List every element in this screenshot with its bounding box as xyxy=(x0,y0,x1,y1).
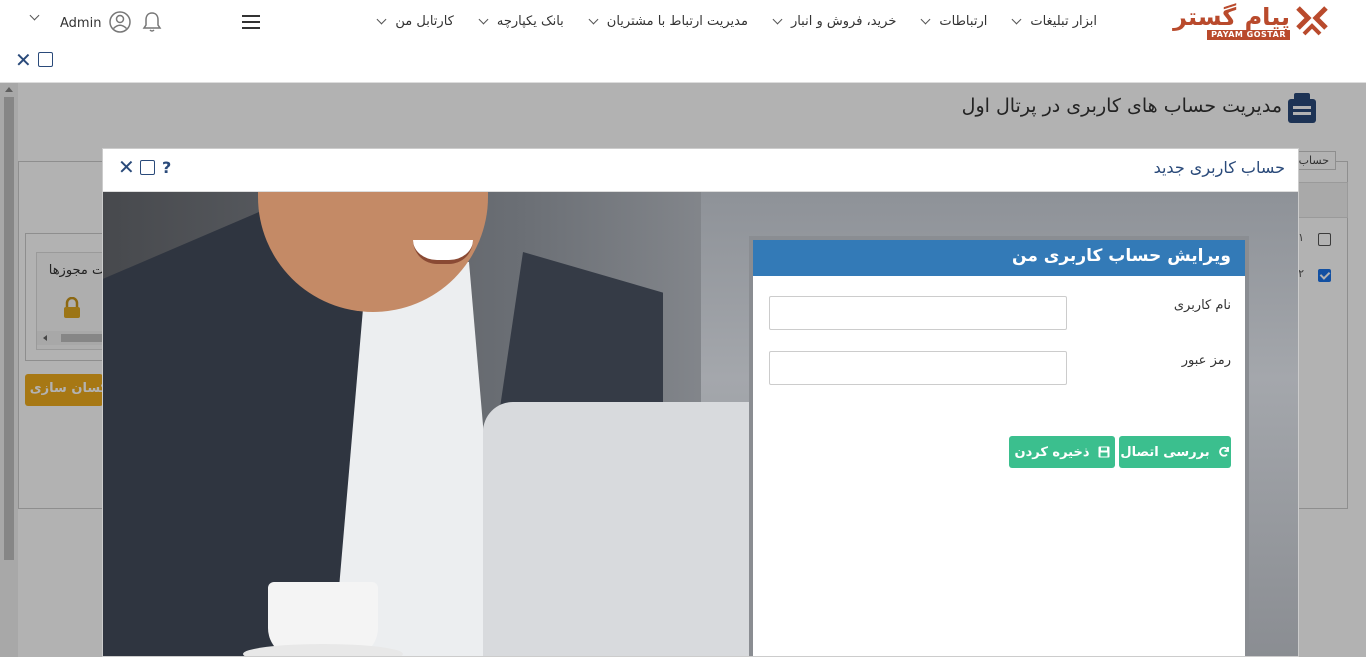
top-navigation: پیام گستر PAYAM GOSTAR کارتابل من بانک ی… xyxy=(0,0,1366,42)
menu-label: بانک یکپارچه xyxy=(496,13,564,29)
chevron-down-icon[interactable] xyxy=(29,10,40,21)
modal-title: حساب کاربری جدید xyxy=(1153,158,1285,177)
edit-account-card: ویرایش حساب کاربری من نام کاربری رمز عبو… xyxy=(749,236,1249,656)
logo-text: پیام گستر xyxy=(1173,3,1290,31)
floppy-disk-icon xyxy=(1098,446,1110,458)
menu-communications[interactable]: ارتباطات xyxy=(909,14,1000,29)
menu-label: کارتابل من xyxy=(395,13,454,29)
chevron-down-icon xyxy=(920,14,931,24)
password-field[interactable] xyxy=(769,351,1067,385)
photo-saucer xyxy=(243,644,403,656)
modal-maximize-icon[interactable] xyxy=(140,160,155,175)
chevron-down-icon xyxy=(478,14,489,24)
user-avatar-icon[interactable] xyxy=(109,11,131,33)
user-name[interactable]: Admin xyxy=(60,16,101,31)
button-label: بررسی اتصال xyxy=(1120,444,1210,460)
button-label: ذخیره کردن xyxy=(1014,444,1090,460)
payam-gostar-logo[interactable]: پیام گستر PAYAM GOSTAR xyxy=(1160,2,1330,40)
modal-header: حساب کاربری جدید ✕ ? xyxy=(103,149,1298,192)
help-icon[interactable]: ? xyxy=(162,158,171,177)
menu-sales-inventory[interactable]: خرید، فروش و انبار xyxy=(761,14,909,29)
card-title: ویرایش حساب کاربری من xyxy=(1012,246,1231,266)
modal-close-icon[interactable]: ✕ xyxy=(118,157,135,177)
menu-label: ارتباطات xyxy=(939,13,988,29)
new-account-modal: حساب کاربری جدید ✕ ? ویرایش حساب کاربری … xyxy=(102,148,1299,657)
username-label: نام کاربری xyxy=(1173,298,1231,313)
hamburger-menu-icon[interactable] xyxy=(242,15,260,29)
chevron-down-icon xyxy=(1011,14,1022,24)
chevron-down-icon xyxy=(588,14,599,24)
menu-label: خرید، فروش و انبار xyxy=(790,13,897,29)
window-close-icon[interactable]: ✕ xyxy=(15,50,32,70)
menu-label: ابزار تبلیغات xyxy=(1030,13,1097,29)
save-button[interactable]: ذخیره کردن xyxy=(1009,436,1115,468)
check-connection-button[interactable]: بررسی اتصال xyxy=(1119,436,1231,468)
bell-icon[interactable] xyxy=(141,11,163,33)
menu-crm[interactable]: مدیریت ارتباط با مشتریان xyxy=(577,14,761,29)
modal-body: ویرایش حساب کاربری من نام کاربری رمز عبو… xyxy=(103,192,1298,656)
window-header: ✕ xyxy=(0,42,1366,83)
chevron-down-icon xyxy=(772,14,783,24)
menu-my-cartable[interactable]: کارتابل من xyxy=(365,14,466,29)
logo-subtext: PAYAM GOSTAR xyxy=(1207,30,1290,40)
window-maximize-icon[interactable] xyxy=(38,52,53,67)
menu-marketing-tools[interactable]: ابزار تبلیغات xyxy=(1000,14,1110,29)
chevron-down-icon xyxy=(376,14,387,24)
password-label: رمز عبور xyxy=(1181,353,1231,368)
username-field[interactable] xyxy=(769,296,1067,330)
menu-label: مدیریت ارتباط با مشتریان xyxy=(606,13,748,29)
main-menu: کارتابل من بانک یکپارچه مدیریت ارتباط با… xyxy=(365,0,1110,42)
logo-mark-icon xyxy=(1296,6,1328,36)
refresh-icon xyxy=(1218,446,1229,457)
card-header: ویرایش حساب کاربری من xyxy=(753,240,1245,276)
menu-unified-bank[interactable]: بانک یکپارچه xyxy=(467,14,577,29)
